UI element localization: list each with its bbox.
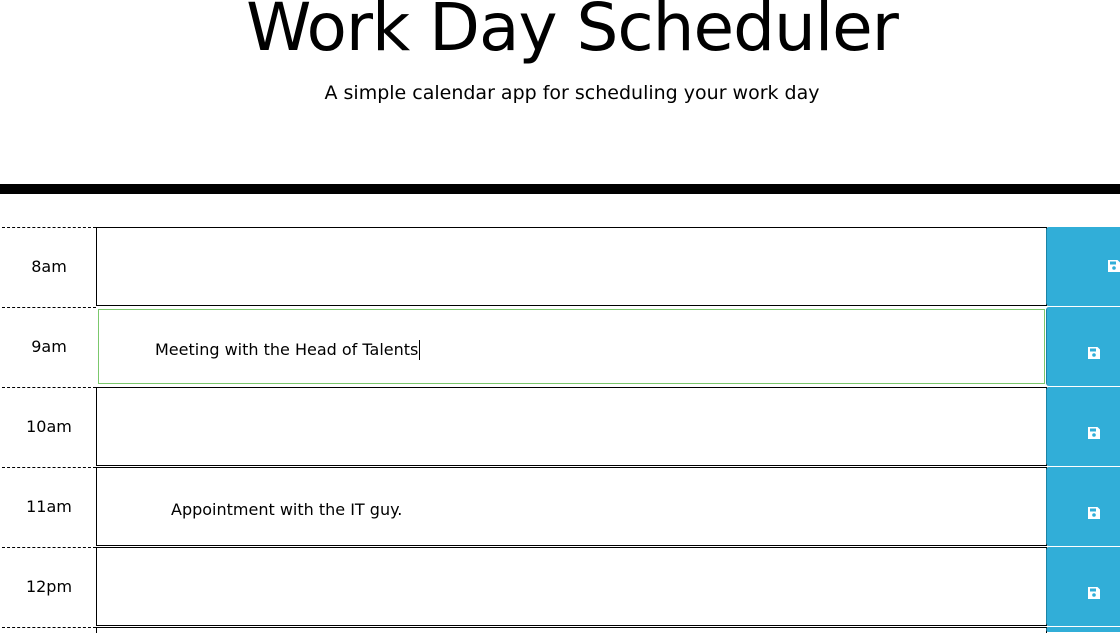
save-button[interactable]: [1046, 547, 1120, 626]
hour-label: 12pm: [2, 547, 96, 626]
hour-label: 10am: [2, 387, 96, 466]
page-subtitle: A simple calendar app for scheduling you…: [324, 82, 820, 104]
time-block-8am: 8am: [0, 227, 1120, 307]
header: Work Day Scheduler A simple calendar app…: [0, 0, 1120, 185]
save-button[interactable]: [1046, 387, 1120, 466]
time-block-12pm: 12pm: [0, 547, 1120, 627]
header-divider: [0, 184, 1120, 194]
description-textarea-partial[interactable]: [96, 627, 1047, 633]
time-block-10am: 10am: [0, 387, 1120, 467]
time-block-next: [0, 627, 1120, 633]
save-button[interactable]: [1046, 227, 1120, 306]
hour-label: 9am: [2, 307, 96, 386]
time-block-9am: 9am Meeting with the Head of Talents: [0, 307, 1120, 387]
hour-label: 8am: [2, 227, 96, 306]
description-textarea[interactable]: [96, 547, 1047, 626]
text-cursor: [419, 340, 421, 360]
hour-label: 11am: [2, 467, 96, 546]
hour-label-partial: [2, 627, 96, 632]
description-textarea[interactable]: [96, 227, 1047, 306]
description-textarea[interactable]: Meeting with the Head of Talents: [96, 307, 1047, 386]
description-textarea[interactable]: Appointment with the IT guy.: [96, 467, 1047, 546]
save-button[interactable]: [1046, 467, 1120, 546]
save-button-partial[interactable]: [1046, 627, 1120, 632]
time-block-11am: 11am Appointment with the IT guy.: [0, 467, 1120, 547]
save-button[interactable]: [1046, 307, 1120, 386]
page-title: Work Day Scheduler: [246, 0, 899, 66]
description-text: Meeting with the Head of Talents: [155, 340, 419, 359]
description-textarea[interactable]: [96, 387, 1047, 466]
